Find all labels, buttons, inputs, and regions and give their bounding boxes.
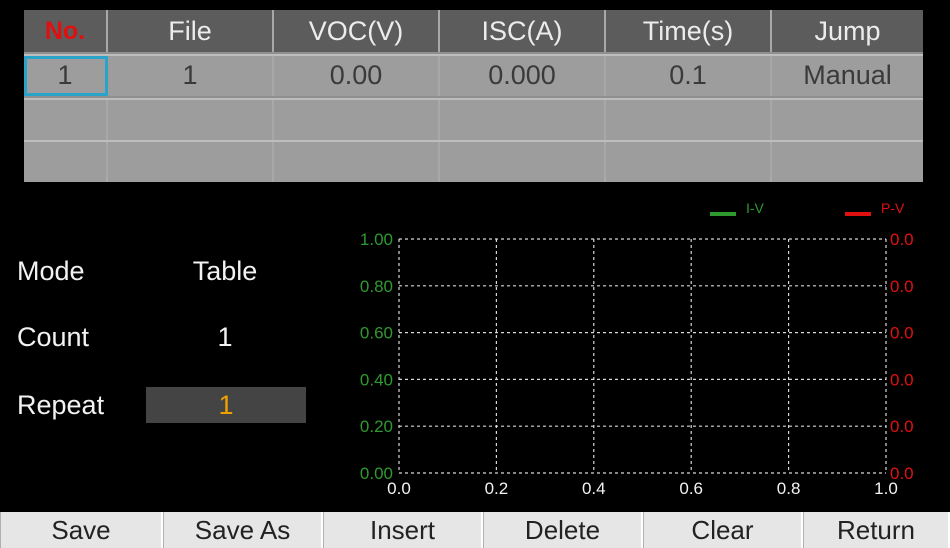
x-tick-label: 0.0 xyxy=(387,479,411,498)
cell-voc[interactable] xyxy=(274,142,440,182)
chart-grid xyxy=(398,238,887,474)
repeat-label: Repeat xyxy=(17,390,105,420)
cell-jump[interactable] xyxy=(772,100,923,140)
y-left-tick-label: 1.00 xyxy=(360,230,393,249)
x-tick-label: 0.8 xyxy=(777,479,801,498)
save-button[interactable]: Save xyxy=(0,512,163,548)
mode-value[interactable]: Table xyxy=(160,256,290,287)
insert-button[interactable]: Insert xyxy=(323,512,483,548)
y-right-tick-label: 0.0 xyxy=(890,324,914,343)
cell-time[interactable] xyxy=(606,100,772,140)
header-voc[interactable]: VOC(V) xyxy=(274,10,440,52)
count-label: Count xyxy=(17,322,90,352)
y-left-tick-label: 0.80 xyxy=(360,277,393,296)
x-tick-label: 0.4 xyxy=(582,479,606,498)
cell-file[interactable]: 1 xyxy=(108,56,274,96)
iv-pv-chart: 1.000.800.600.400.200.00 0.00.00.00.00.0… xyxy=(360,200,914,498)
save-as-button[interactable]: Save As xyxy=(163,512,323,548)
y-right-tick-label: 0.0 xyxy=(890,370,914,389)
cell-voc[interactable]: 0.00 xyxy=(274,56,440,96)
cell-isc[interactable]: 0.000 xyxy=(440,56,606,96)
cell-no[interactable] xyxy=(24,142,108,182)
table-row[interactable]: 1 1 0.00 0.000 0.1 Manual xyxy=(24,54,923,96)
header-file[interactable]: File xyxy=(108,10,274,52)
header-time[interactable]: Time(s) xyxy=(606,10,772,52)
cell-jump[interactable] xyxy=(772,142,923,182)
legend-label: P-V xyxy=(881,200,905,216)
legend-label: I-V xyxy=(746,200,765,216)
cell-time[interactable] xyxy=(606,142,772,182)
x-tick-label: 1.0 xyxy=(874,479,898,498)
header-no[interactable]: No. xyxy=(24,10,108,52)
table-row[interactable] xyxy=(24,98,923,140)
x-tick-label: 0.2 xyxy=(485,479,509,498)
cell-no[interactable]: 1 xyxy=(24,56,108,96)
count-value[interactable]: 1 xyxy=(160,322,290,353)
header-jump[interactable]: Jump xyxy=(772,10,923,52)
header-isc[interactable]: ISC(A) xyxy=(440,10,606,52)
cell-no[interactable] xyxy=(24,100,108,140)
table-row[interactable] xyxy=(24,140,923,182)
delete-button[interactable]: Delete xyxy=(483,512,643,548)
clear-button[interactable]: Clear xyxy=(643,512,803,548)
y-right-tick-label: 0.0 xyxy=(890,417,914,436)
repeat-input[interactable]: 1 xyxy=(146,387,306,423)
x-tick-label: 0.6 xyxy=(679,479,703,498)
y-left-tick-label: 0.20 xyxy=(360,417,393,436)
cell-jump[interactable]: Manual xyxy=(772,56,923,96)
return-button[interactable]: Return xyxy=(803,512,950,548)
mode-label: Mode xyxy=(17,256,85,286)
y-right-tick-label: 0.0 xyxy=(890,277,914,296)
cell-time[interactable]: 0.1 xyxy=(606,56,772,96)
file-table: No. File VOC(V) ISC(A) Time(s) Jump 1 1 … xyxy=(24,10,923,182)
y-left-tick-label: 0.60 xyxy=(360,324,393,343)
table-header: No. File VOC(V) ISC(A) Time(s) Jump xyxy=(24,10,923,52)
cell-file[interactable] xyxy=(108,142,274,182)
cell-isc[interactable] xyxy=(440,142,606,182)
cell-isc[interactable] xyxy=(440,100,606,140)
cell-voc[interactable] xyxy=(274,100,440,140)
cell-file[interactable] xyxy=(108,100,274,140)
y-right-tick-label: 0.0 xyxy=(890,230,914,249)
softkey-bar: Save Save As Insert Delete Clear Return xyxy=(0,512,950,548)
y-left-tick-label: 0.40 xyxy=(360,370,393,389)
